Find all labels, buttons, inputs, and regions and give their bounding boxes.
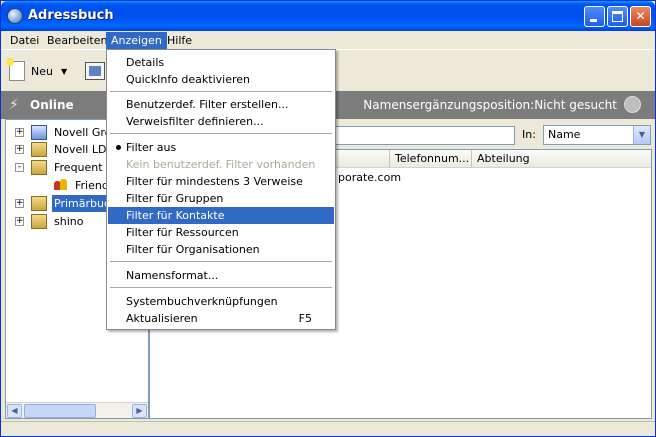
column-header-phone[interactable]: Telefonnum... (390, 150, 472, 168)
checked-bullet-icon (116, 145, 121, 150)
menu-bar: Datei Bearbeiten Anzeigen Hilfe (1, 31, 655, 49)
maximize-button[interactable] (607, 6, 628, 27)
book-icon (31, 214, 47, 229)
menu-item-shortcut: F5 (298, 312, 312, 325)
search-input[interactable] (335, 126, 515, 145)
menu-item-filter-contacts[interactable]: Filter für Kontakte (108, 207, 334, 224)
scroll-thumb[interactable] (24, 404, 96, 418)
book-icon (31, 196, 47, 211)
list-item[interactable]: porate.com (338, 171, 401, 184)
menu-separator (110, 261, 332, 262)
menu-separator (110, 91, 332, 92)
menu-item-no-custom-filter: Kein benutzerdef. Filter vorhanden (126, 158, 316, 171)
menu-datei[interactable]: Datei (5, 32, 44, 49)
menu-item-details[interactable]: Details (108, 54, 334, 71)
scroll-left-icon[interactable]: ◀ (7, 404, 22, 418)
new-button[interactable]: Neu ▼ (6, 58, 67, 84)
expand-icon[interactable]: + (15, 199, 24, 208)
menu-item-system-book-links[interactable]: Systembuchverknüpfungen (108, 293, 334, 310)
chevron-down-icon[interactable]: ▼ (633, 126, 650, 144)
search-in-label: In: (522, 128, 536, 141)
menu-item-filter-groups[interactable]: Filter für Gruppen (108, 190, 334, 207)
title-bar[interactable]: Adressbuch ✕ (1, 1, 655, 31)
refresh-icon[interactable] (624, 96, 641, 113)
menu-item-filter-resources[interactable]: Filter für Ressourcen (108, 224, 334, 241)
menu-separator (110, 133, 332, 134)
minimize-icon (590, 19, 597, 22)
users-icon (54, 179, 68, 191)
book-icon (31, 142, 47, 157)
address-book-window: Adressbuch ✕ Datei Bearbeiten Anzeigen H… (0, 0, 656, 437)
search-in-value: Name (548, 128, 581, 141)
menu-item-filter-off[interactable]: Filter aus (108, 139, 334, 156)
menu-item-name-format[interactable]: Namensformat... (108, 267, 334, 284)
close-button[interactable]: ✕ (630, 6, 651, 27)
address-book-icon (7, 8, 23, 24)
menu-item-quickinfo[interactable]: QuickInfo deaktivieren (108, 71, 334, 88)
search-in-select[interactable]: Name ▼ (543, 125, 651, 145)
close-icon: ✕ (635, 9, 646, 23)
menu-item-filter-organizations[interactable]: Filter für Organisationen (108, 241, 334, 258)
menu-anzeigen[interactable]: Anzeigen (106, 32, 167, 49)
menu-item-custom-filter[interactable]: Benutzerdef. Filter erstellen... (108, 96, 334, 113)
menu-bearbeiten[interactable]: Bearbeiten (42, 32, 112, 49)
new-document-icon (6, 58, 25, 81)
anzeigen-menu: Details QuickInfo deaktivieren Benutzerd… (106, 49, 336, 330)
scroll-right-icon[interactable]: ▶ (132, 404, 147, 418)
online-status: Online (30, 98, 74, 112)
menu-item-label: Aktualisieren (126, 312, 198, 325)
menu-item-reference-filter[interactable]: Verweisfilter definieren... (108, 113, 334, 130)
expand-icon[interactable]: + (15, 145, 24, 154)
tree-horizontal-scrollbar[interactable]: ◀ ▶ (6, 402, 148, 418)
plug-icon: ⚡ (9, 97, 19, 113)
book-icon (31, 160, 47, 175)
new-button-label: Neu (31, 64, 53, 78)
menu-item-refresh[interactable]: Aktualisieren F5 (108, 310, 334, 327)
expand-icon[interactable]: + (15, 128, 24, 137)
maximize-icon (612, 11, 623, 22)
menu-item-label: Filter aus (126, 141, 177, 154)
collapse-icon[interactable]: - (15, 163, 24, 172)
menu-separator (110, 287, 332, 288)
tree-item-label: Novell LDA (54, 143, 114, 156)
new-dropdown-arrow-icon[interactable]: ▼ (61, 67, 67, 76)
expand-icon[interactable]: + (15, 217, 24, 226)
menu-item-filter-3-references[interactable]: Filter für mindestens 3 Verweise (108, 173, 334, 190)
tree-item-label: Frequent C (54, 161, 114, 174)
view-toggle-icon[interactable] (85, 62, 105, 80)
menu-hilfe[interactable]: Hilfe (162, 32, 197, 49)
window-title: Adressbuch (28, 8, 114, 23)
status-bar (1, 421, 655, 436)
tree-item-label: shino (54, 215, 84, 228)
minimize-button[interactable] (584, 6, 605, 27)
column-header-department[interactable]: Abteilung (472, 150, 651, 168)
blue-book-icon (31, 125, 47, 140)
name-completion-status: Namensergänzungsposition:Nicht gesucht (363, 98, 617, 112)
